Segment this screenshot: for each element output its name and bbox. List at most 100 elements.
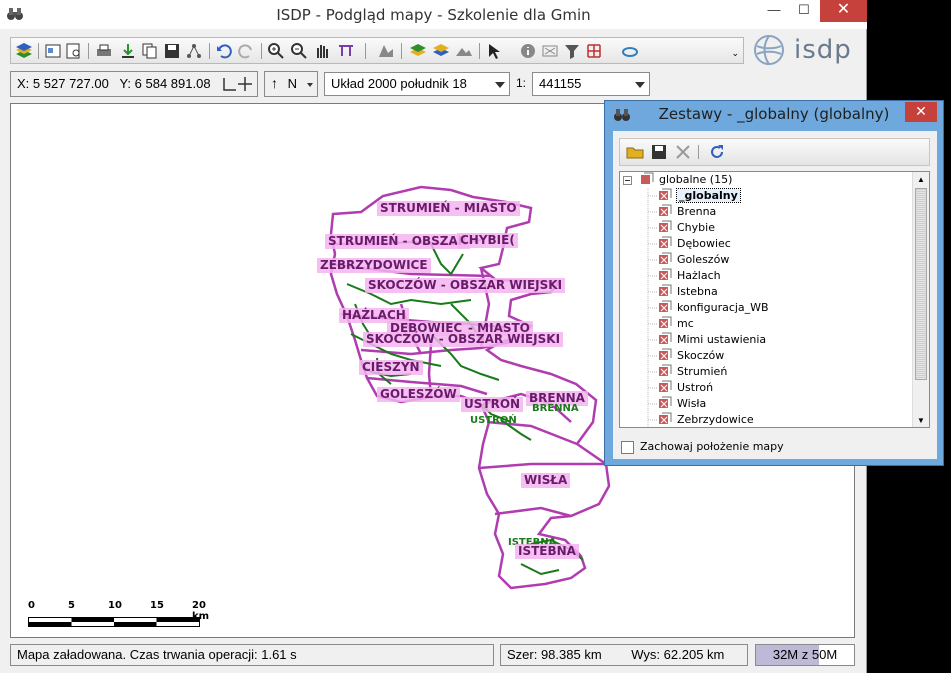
main-toolbar: ⌄ bbox=[10, 37, 744, 64]
memory-usage: 32M z 50M bbox=[755, 644, 855, 666]
save-icon[interactable] bbox=[163, 42, 181, 60]
tree-item-label: Brenna bbox=[677, 205, 717, 218]
x-value: 5 527 727.00 bbox=[32, 76, 109, 91]
tree-scrollbar[interactable]: ▲ ▼ bbox=[912, 172, 929, 427]
tree-root-node[interactable]: globalne (15) bbox=[640, 172, 732, 188]
tree-item[interactable]: Goleszów bbox=[658, 252, 729, 268]
tree-item[interactable]: _globalny bbox=[658, 188, 741, 204]
open-folder-icon[interactable] bbox=[626, 143, 644, 161]
tree-item[interactable]: konfiguracja_WB bbox=[658, 300, 769, 316]
tree-item-label: Strumień bbox=[677, 365, 728, 378]
terrain-icon[interactable] bbox=[455, 42, 473, 60]
tree-item-label: Zebrzydowice bbox=[677, 413, 754, 426]
map-label: ZEBRZYDOWICE bbox=[317, 258, 431, 273]
undo-icon[interactable] bbox=[215, 42, 233, 60]
scroll-thumb[interactable] bbox=[915, 188, 927, 380]
dialog-toolbar bbox=[619, 138, 930, 166]
map-link-icon[interactable] bbox=[621, 42, 639, 60]
tree-item[interactable]: mc bbox=[658, 316, 694, 332]
grid-icon[interactable] bbox=[585, 42, 603, 60]
tree-item-label: Ustroń bbox=[677, 381, 714, 394]
zoom-out-icon[interactable] bbox=[290, 42, 308, 60]
tree-item[interactable]: Dębowiec bbox=[658, 236, 731, 252]
layers-icon[interactable] bbox=[15, 42, 33, 60]
set-icon bbox=[659, 236, 672, 248]
layer-edit-icon[interactable] bbox=[432, 42, 450, 60]
extent-height: Wys: 62.205 km bbox=[631, 647, 725, 662]
tree-item-label: _globalny bbox=[676, 188, 741, 203]
sets-dialog: Zestawy - _globalny (globalny) ✕ globaln… bbox=[604, 100, 944, 466]
scale-select[interactable]: 441155 bbox=[532, 72, 650, 96]
tree-item-label: Hażlach bbox=[677, 269, 721, 282]
map-label: CHYBIE( bbox=[457, 233, 518, 248]
properties-icon[interactable] bbox=[44, 42, 62, 60]
tree-item[interactable]: Chybie bbox=[658, 220, 715, 236]
tree-item[interactable]: Strumień bbox=[658, 364, 727, 380]
crs-value: Układ 2000 południk 18 bbox=[331, 76, 467, 91]
map-label: SKOCZÓW - OBSZAR WIEJSKI bbox=[363, 332, 564, 347]
minimize-button[interactable]: — bbox=[759, 0, 789, 22]
print-icon[interactable] bbox=[95, 42, 113, 60]
scale-tick: 10 bbox=[108, 600, 122, 611]
layer-add-icon[interactable] bbox=[409, 42, 427, 60]
map-label: ISTEBNA bbox=[515, 544, 579, 559]
scroll-up-icon[interactable]: ▲ bbox=[917, 175, 925, 184]
redo-icon[interactable] bbox=[237, 42, 255, 60]
tree-item[interactable]: Wisła bbox=[658, 396, 706, 412]
clear-selection-icon[interactable] bbox=[541, 42, 559, 60]
north-arrow-dropdown[interactable]: ↑ N bbox=[264, 71, 318, 97]
x-label: X: bbox=[17, 76, 30, 91]
set-icon bbox=[659, 364, 672, 376]
maximize-button[interactable]: ☐ bbox=[789, 0, 819, 22]
copy-icon[interactable] bbox=[141, 42, 159, 60]
dialog-close-button[interactable]: ✕ bbox=[905, 102, 937, 122]
chevron-down-icon bbox=[495, 82, 505, 88]
logo-text: isdp bbox=[794, 35, 852, 65]
info-icon[interactable] bbox=[519, 42, 537, 60]
tree-item[interactable]: Hażlach bbox=[658, 268, 721, 284]
toolbar-overflow-icon[interactable]: ⌄ bbox=[731, 48, 739, 59]
save-icon[interactable] bbox=[650, 143, 668, 161]
dialog-title: Zestawy - _globalny (globalny) bbox=[658, 105, 890, 123]
select-area-icon[interactable] bbox=[377, 42, 395, 60]
scale-bar-labels: 0 5 10 15 20 km bbox=[28, 600, 218, 622]
tree-item[interactable]: Ustroń bbox=[658, 380, 713, 396]
set-icon bbox=[659, 332, 672, 344]
set-icon bbox=[659, 252, 672, 264]
district-boundary bbox=[494, 506, 572, 518]
tree-item[interactable]: Zebrzydowice bbox=[658, 412, 754, 427]
map-label: GOLESZÓW bbox=[377, 387, 460, 402]
filter-icon[interactable] bbox=[563, 42, 581, 60]
move-axes-icon[interactable] bbox=[221, 76, 253, 92]
export-icon[interactable] bbox=[119, 42, 137, 60]
y-value: 6 584 891.08 bbox=[134, 76, 211, 91]
zoom-in-icon[interactable] bbox=[267, 42, 285, 60]
y-label: Y: bbox=[119, 76, 132, 91]
district-boundary bbox=[478, 462, 606, 470]
network-icon[interactable] bbox=[185, 42, 203, 60]
tree-item[interactable]: Brenna bbox=[658, 204, 716, 220]
tree-item-label: Mimi ustawienia bbox=[677, 333, 767, 346]
print-preview-icon[interactable] bbox=[65, 42, 83, 60]
refresh-icon[interactable] bbox=[708, 143, 726, 161]
set-icon bbox=[659, 412, 672, 424]
map-label: BRENNA bbox=[532, 403, 579, 414]
delete-icon[interactable] bbox=[674, 143, 692, 161]
status-message: Mapa załadowana. Czas trwania operacji: … bbox=[10, 644, 494, 666]
measure-icon[interactable] bbox=[337, 42, 355, 60]
map-label: CIESZYN bbox=[359, 360, 423, 375]
tree-item[interactable]: Istebna bbox=[658, 284, 718, 300]
tree-item-label: Goleszów bbox=[677, 253, 730, 266]
scroll-down-icon[interactable]: ▼ bbox=[917, 416, 925, 425]
map-label: USTROŃ bbox=[470, 415, 517, 426]
dialog-body: globalne (15) _globalny Brenna Chybie Dębow… bbox=[613, 131, 937, 459]
close-button[interactable]: ✕ bbox=[820, 0, 867, 22]
tree-item[interactable]: Mimi ustawienia bbox=[658, 332, 766, 348]
crs-select[interactable]: Układ 2000 południk 18 bbox=[324, 72, 510, 96]
isdp-logo: isdp bbox=[752, 33, 862, 67]
set-icon bbox=[659, 188, 672, 200]
tree-item[interactable]: Skoczów bbox=[658, 348, 724, 364]
keep-position-checkbox[interactable] bbox=[621, 441, 634, 454]
pointer-icon[interactable] bbox=[485, 42, 503, 60]
pan-hand-icon[interactable] bbox=[313, 42, 331, 60]
